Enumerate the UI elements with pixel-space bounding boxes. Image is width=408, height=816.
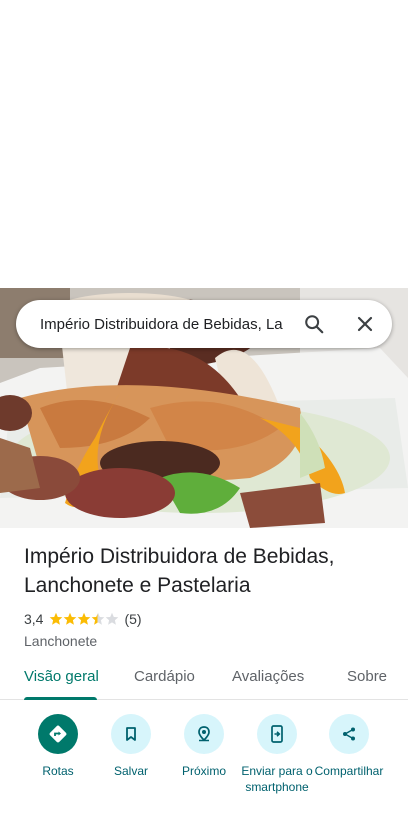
- map-area[interactable]: [0, 0, 408, 288]
- tab-about[interactable]: Sobre: [347, 668, 387, 685]
- star-half-icon: [92, 612, 105, 625]
- search-icon[interactable]: [298, 308, 330, 340]
- send-to-phone-label: Enviar para o smartphone: [241, 764, 313, 794]
- close-icon[interactable]: [349, 308, 381, 340]
- place-info: Império Distribuidora de Bebidas, Lancho…: [24, 542, 394, 649]
- rating-row[interactable]: 3,4 (5): [24, 611, 394, 627]
- nearby-icon: [184, 714, 224, 754]
- tab-reviews[interactable]: Avaliações: [232, 668, 304, 685]
- tab-menu[interactable]: Cardápio: [134, 668, 195, 685]
- star-icon: [64, 612, 77, 625]
- rating-stars: [49, 612, 119, 626]
- share-label: Compartilhar: [314, 764, 384, 778]
- search-input[interactable]: Império Distribuidora de Bebidas, La: [40, 316, 288, 333]
- star-empty-icon: [106, 612, 119, 625]
- send-to-phone-icon: [257, 714, 297, 754]
- star-icon: [78, 612, 91, 625]
- place-tabs: Visão geral Cardápio Avaliações Sobre: [0, 654, 408, 700]
- rating-value: 3,4: [24, 611, 44, 627]
- save-button[interactable]: Salvar: [91, 714, 171, 779]
- share-button[interactable]: Compartilhar: [309, 714, 389, 779]
- action-bar: Rotas Salvar Próximo Enviar para o smart…: [0, 714, 408, 814]
- send-to-phone-button[interactable]: Enviar para o smartphone: [237, 714, 317, 795]
- star-icon: [50, 612, 63, 625]
- tab-overview[interactable]: Visão geral: [24, 668, 99, 685]
- active-tab-indicator: [24, 697, 97, 700]
- directions-button[interactable]: Rotas: [18, 714, 98, 779]
- search-bar[interactable]: Império Distribuidora de Bebidas, La: [16, 300, 392, 348]
- place-category[interactable]: Lanchonete: [24, 633, 394, 649]
- nearby-label: Próximo: [181, 764, 226, 778]
- save-label: Salvar: [113, 764, 148, 778]
- review-count: (5): [124, 611, 142, 627]
- directions-icon: [38, 714, 78, 754]
- place-title: Império Distribuidora de Bebidas, Lancho…: [24, 545, 335, 597]
- nearby-button[interactable]: Próximo: [164, 714, 244, 779]
- share-icon: [329, 714, 369, 754]
- bookmark-icon: [111, 714, 151, 754]
- directions-label: Rotas: [42, 764, 74, 778]
